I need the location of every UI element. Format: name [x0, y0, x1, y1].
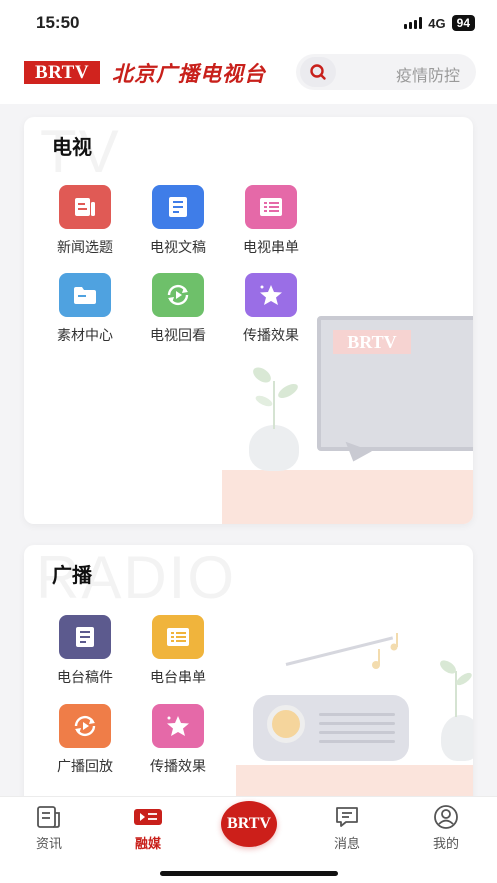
radio-item-manuscript[interactable]: 电台稿件 — [45, 615, 125, 687]
tv-shelf-illustration — [222, 470, 473, 524]
tv-screen-logo: BRTV — [333, 330, 411, 354]
replay-icon — [152, 273, 204, 317]
network-type: 4G — [428, 15, 446, 31]
nav-item-profile[interactable]: 我的 — [416, 803, 476, 852]
nav-item-news[interactable]: 资讯 — [19, 803, 79, 852]
nav-label: 我的 — [432, 837, 459, 852]
document-icon — [152, 185, 204, 229]
radio-item-replay[interactable]: 广播回放 — [45, 704, 125, 776]
radio-item-label: 传播效果 — [150, 759, 206, 775]
plant-illustration — [253, 367, 298, 429]
news-icon — [19, 803, 79, 831]
signal-icon — [404, 17, 423, 29]
tv-item-news-topic[interactable]: 新闻选题 — [45, 185, 125, 257]
nav-center-brtv-button[interactable]: BRTV — [221, 801, 277, 847]
music-notes-illustration — [372, 633, 398, 669]
tv-item-label: 素材中心 — [57, 328, 113, 344]
station-name: 北京广播电视台 — [112, 61, 266, 86]
tv-section-card: TV 电视 新闻选题 电视文稿 电视串单 素材中心 电视回看 传播效果 BRTV — [24, 117, 473, 524]
tv-item-label: 电视文稿 — [150, 240, 206, 256]
battery-level: 94 — [451, 15, 475, 31]
profile-icon — [416, 803, 476, 831]
star-icon — [152, 704, 204, 748]
tv-item-material-center[interactable]: 素材中心 — [45, 273, 125, 345]
radio-item-label: 电台稿件 — [57, 670, 113, 686]
message-icon — [317, 803, 377, 831]
media-icon — [118, 803, 178, 831]
status-time: 15:50 — [36, 13, 80, 32]
replay-icon — [59, 704, 111, 748]
radio-section-card: RADIO 广播 电台稿件 电台串单 广播回放 传播效果 — [24, 545, 473, 805]
brtv-logo: BRTV — [24, 61, 100, 84]
search-placeholder: 疫情防控 — [395, 66, 460, 85]
app-header: BRTV 北京广播电视台 疫情防控 — [0, 48, 497, 104]
status-indicators: 4G 94 — [404, 15, 475, 31]
radio-plant-pot-illustration — [441, 715, 473, 761]
home-indicator — [160, 871, 338, 876]
tv-item-document[interactable]: 电视文稿 — [138, 185, 218, 257]
nav-label: 资讯 — [35, 837, 62, 852]
tv-item-label: 新闻选题 — [57, 240, 113, 256]
tv-item-rundown[interactable]: 电视串单 — [231, 185, 311, 257]
nav-item-messages[interactable]: 消息 — [317, 803, 377, 852]
radio-item-rundown[interactable]: 电台串单 — [138, 615, 218, 687]
radio-plant-illustration — [440, 660, 472, 717]
radio-illustration — [253, 695, 409, 761]
document-icon — [59, 615, 111, 659]
news-topic-icon — [59, 185, 111, 229]
list-icon — [245, 185, 297, 229]
tv-section-title: 电视 — [52, 135, 92, 159]
list-icon — [152, 615, 204, 659]
radio-dial-illustration — [267, 705, 305, 743]
tv-item-label: 传播效果 — [243, 328, 299, 344]
nav-item-media[interactable]: 融媒 — [118, 803, 178, 852]
status-bar: 15:50 4G 94 — [0, 0, 497, 48]
nav-label: 融媒 — [134, 837, 161, 852]
radio-speaker-illustration — [319, 713, 395, 749]
folder-icon — [59, 273, 111, 317]
tv-item-effect[interactable]: 传播效果 — [231, 273, 311, 345]
star-icon — [245, 273, 297, 317]
tv-item-label: 电视串单 — [243, 240, 299, 256]
radio-item-label: 广播回放 — [57, 759, 113, 775]
bottom-nav: 资讯 融媒 BRTV 消息 我的 — [0, 796, 497, 883]
tv-illustration: BRTV — [317, 316, 473, 451]
plant-pot-illustration — [249, 425, 299, 471]
tv-item-replay[interactable]: 电视回看 — [138, 273, 218, 345]
radio-item-effect[interactable]: 传播效果 — [138, 704, 218, 776]
tv-item-label: 电视回看 — [150, 328, 206, 344]
search-bar[interactable]: 疫情防控 — [296, 54, 476, 90]
search-icon[interactable] — [300, 57, 336, 87]
radio-section-title: 广播 — [52, 563, 92, 587]
nav-label: 消息 — [333, 837, 360, 852]
radio-item-label: 电台串单 — [150, 670, 206, 686]
